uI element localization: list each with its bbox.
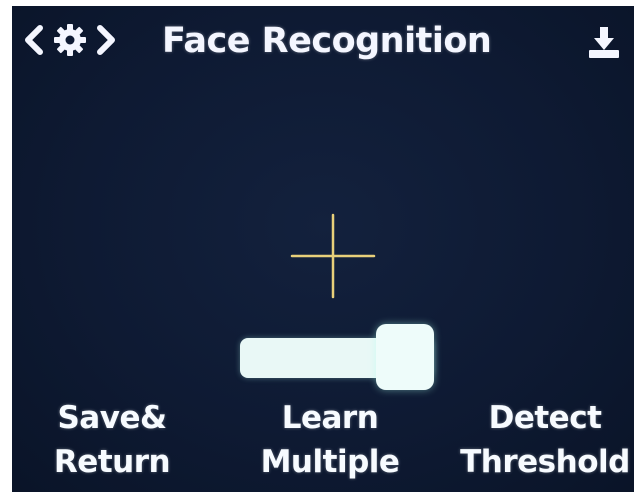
- crosshair-icon: [290, 213, 376, 299]
- chevron-left-icon: [25, 25, 43, 55]
- gear-icon: [54, 24, 86, 56]
- save-return-label-line1: Save&: [57, 400, 167, 436]
- save-return-button[interactable]: Save& Return: [42, 396, 182, 484]
- chevron-right-icon: [97, 25, 115, 55]
- detect-threshold-label-line1: Detect: [488, 400, 602, 436]
- page-title: Face Recognition: [162, 21, 492, 61]
- learn-multiple-label-line2: Multiple: [260, 444, 400, 480]
- settings-nav-button[interactable]: [22, 22, 118, 58]
- save-return-label-line2: Return: [53, 444, 171, 480]
- top-bar: Face Recognition: [12, 6, 634, 78]
- learn-multiple-button[interactable]: Learn Multiple: [250, 396, 410, 484]
- toggle-knob[interactable]: [376, 324, 434, 390]
- detect-threshold-button[interactable]: Detect Threshold: [456, 396, 634, 484]
- learn-multiple-label-line1: Learn: [281, 400, 379, 436]
- detect-threshold-label-line2: Threshold: [460, 444, 630, 480]
- device-screen: Face Recognition Save& Return Learn Mult…: [12, 6, 634, 492]
- learn-multiple-toggle[interactable]: [240, 324, 434, 390]
- download-icon[interactable]: [586, 24, 622, 60]
